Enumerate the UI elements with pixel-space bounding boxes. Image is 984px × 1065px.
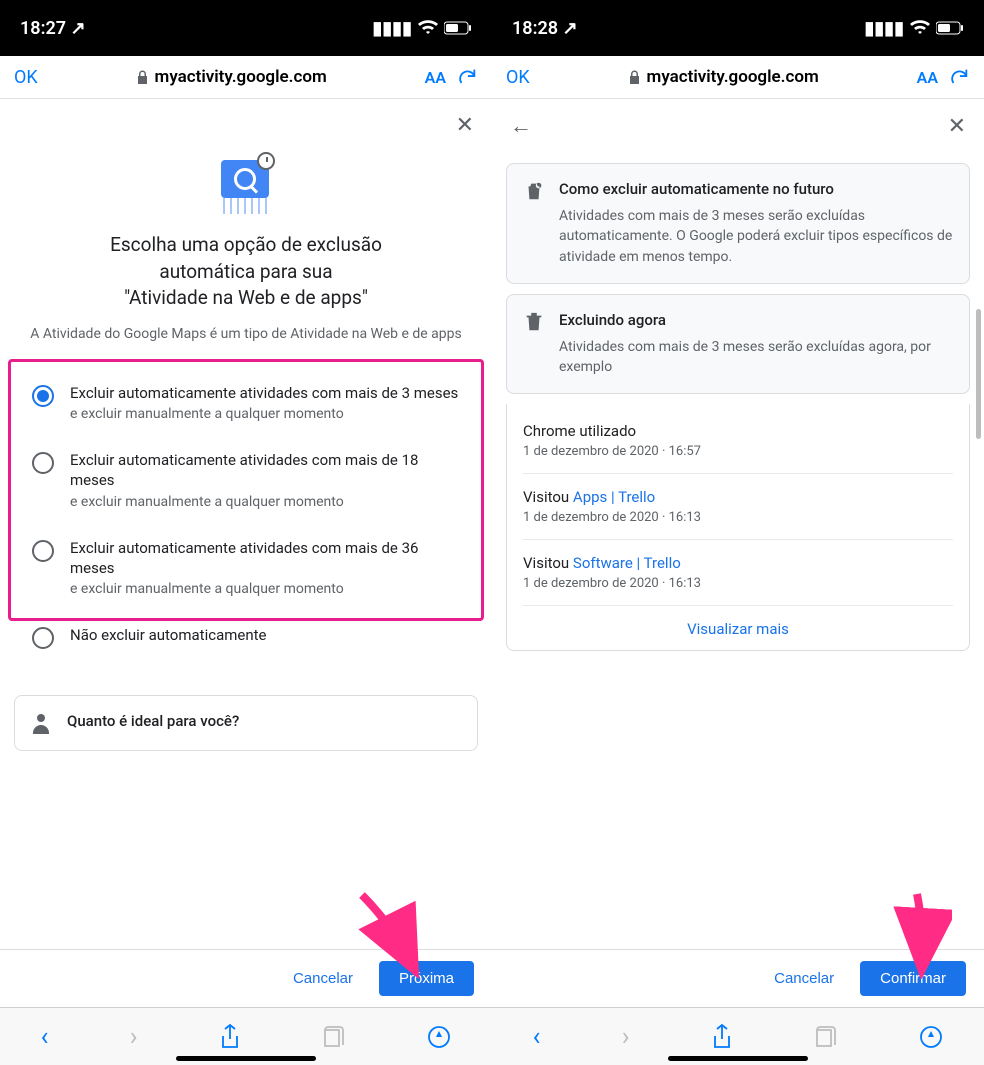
option-dont-delete[interactable]: Não excluir automaticamente: [18, 611, 474, 663]
modal-header: ← ✕: [492, 99, 984, 153]
list-item[interactable]: Visitou Apps | Trello 1 de dezembro de 2…: [523, 474, 953, 540]
people-icon: [33, 714, 53, 734]
location-icon: ↗: [71, 18, 86, 39]
battery-icon: [444, 21, 472, 35]
bookmarks-icon[interactable]: [814, 1026, 838, 1048]
browser-top-bar: OK myactivity.google.com AA: [0, 56, 492, 99]
card-desc: Atividades com mais de 3 meses serão exc…: [559, 206, 953, 267]
radio-icon: [32, 452, 54, 474]
list-item[interactable]: Chrome utilizado 1 de dezembro de 2020 ·…: [523, 408, 953, 474]
cancel-button[interactable]: Cancelar: [277, 961, 369, 996]
battery-icon: [936, 21, 964, 35]
lock-icon: [136, 70, 149, 85]
home-indicator[interactable]: [668, 1056, 808, 1061]
view-more-link[interactable]: Visualizar mais: [523, 606, 953, 646]
card-future-delete: Como excluir automaticamente no futuro A…: [506, 163, 970, 284]
location-icon: ↗: [563, 18, 578, 39]
info-card: Quanto é ideal para você?: [14, 695, 478, 751]
reload-icon[interactable]: [948, 66, 970, 88]
status-bar: 18:27 ↗ ▮▮▮▮: [0, 0, 492, 56]
status-icons: ▮▮▮▮: [864, 18, 964, 39]
status-time: 18:28 ↗: [512, 18, 578, 39]
back-icon[interactable]: ‹: [41, 1022, 49, 1052]
link[interactable]: Apps | Trello: [573, 488, 655, 506]
home-indicator[interactable]: [176, 1056, 316, 1061]
modal-header: ✕: [0, 99, 492, 152]
text-size-button[interactable]: AA: [917, 68, 938, 87]
forward-icon[interactable]: ›: [130, 1022, 138, 1052]
page-content: ← ✕ Como excluir automaticamente no futu…: [492, 99, 984, 1065]
lock-icon: [628, 70, 641, 85]
wifi-icon: [418, 20, 438, 36]
action-bar: Cancelar Próxima: [0, 949, 492, 1007]
reload-icon[interactable]: [456, 66, 478, 88]
ok-button[interactable]: OK: [506, 67, 530, 88]
link[interactable]: Software | Trello: [573, 554, 681, 572]
forward-icon[interactable]: ›: [622, 1022, 630, 1052]
back-icon[interactable]: ‹: [533, 1022, 541, 1052]
trash-clock-icon: [523, 180, 545, 202]
next-button[interactable]: Próxima: [379, 961, 474, 996]
share-icon[interactable]: [711, 1024, 733, 1050]
list-item[interactable]: Visitou Software | Trello 1 de dezembro …: [523, 540, 953, 606]
close-icon[interactable]: ✕: [948, 114, 966, 139]
share-icon[interactable]: [219, 1024, 241, 1050]
option-3-months[interactable]: Excluir automaticamente atividades com m…: [18, 369, 474, 436]
radio-icon: [32, 627, 54, 649]
bookmarks-icon[interactable]: [322, 1026, 346, 1048]
status-time: 18:27 ↗: [20, 18, 86, 39]
back-icon[interactable]: ←: [510, 113, 532, 139]
url-bar[interactable]: myactivity.google.com: [540, 67, 907, 87]
page-title: Escolha uma opção de exclusão automática…: [110, 232, 382, 312]
card-desc: Atividades com mais de 3 meses serão exc…: [559, 337, 953, 378]
tabs-icon[interactable]: [919, 1025, 943, 1049]
card-title: Excluindo agora: [559, 311, 953, 329]
shred-icon: [215, 152, 277, 214]
scrollbar[interactable]: [976, 309, 981, 439]
radio-icon: [32, 540, 54, 562]
signal-icon: ▮▮▮▮: [864, 18, 904, 39]
signal-icon: ▮▮▮▮: [372, 18, 412, 39]
option-18-months[interactable]: Excluir automaticamente atividades com m…: [18, 436, 474, 524]
close-icon[interactable]: ✕: [456, 113, 474, 138]
page-subtitle: A Atividade do Google Maps é um tipo de …: [30, 324, 462, 345]
url-bar[interactable]: myactivity.google.com: [48, 67, 415, 87]
trash-icon: [523, 311, 545, 333]
ok-button[interactable]: OK: [14, 67, 38, 88]
activity-list: Chrome utilizado 1 de dezembro de 2020 ·…: [506, 404, 970, 651]
card-title: Como excluir automaticamente no futuro: [559, 180, 953, 198]
confirm-button[interactable]: Confirmar: [860, 961, 966, 996]
phone-left: 18:27 ↗ ▮▮▮▮ OK myactivity.google.com AA…: [0, 0, 492, 1065]
status-bar: 18:28 ↗ ▮▮▮▮: [492, 0, 984, 56]
text-size-button[interactable]: AA: [425, 68, 446, 87]
status-icons: ▮▮▮▮: [372, 18, 472, 39]
phone-right: 18:28 ↗ ▮▮▮▮ OK myactivity.google.com AA…: [492, 0, 984, 1065]
tabs-icon[interactable]: [427, 1025, 451, 1049]
options-list: Excluir automaticamente atividades com m…: [10, 355, 482, 677]
radio-icon: [32, 385, 54, 407]
wifi-icon: [910, 20, 930, 36]
page-content: ✕ Escolha uma opção de exclusão automáti…: [0, 99, 492, 1065]
browser-top-bar: OK myactivity.google.com AA: [492, 56, 984, 99]
card-deleting-now: Excluindo agora Atividades com mais de 3…: [506, 294, 970, 395]
option-36-months[interactable]: Excluir automaticamente atividades com m…: [18, 524, 474, 612]
cancel-button[interactable]: Cancelar: [758, 961, 850, 996]
action-bar: Cancelar Confirmar: [492, 949, 984, 1007]
